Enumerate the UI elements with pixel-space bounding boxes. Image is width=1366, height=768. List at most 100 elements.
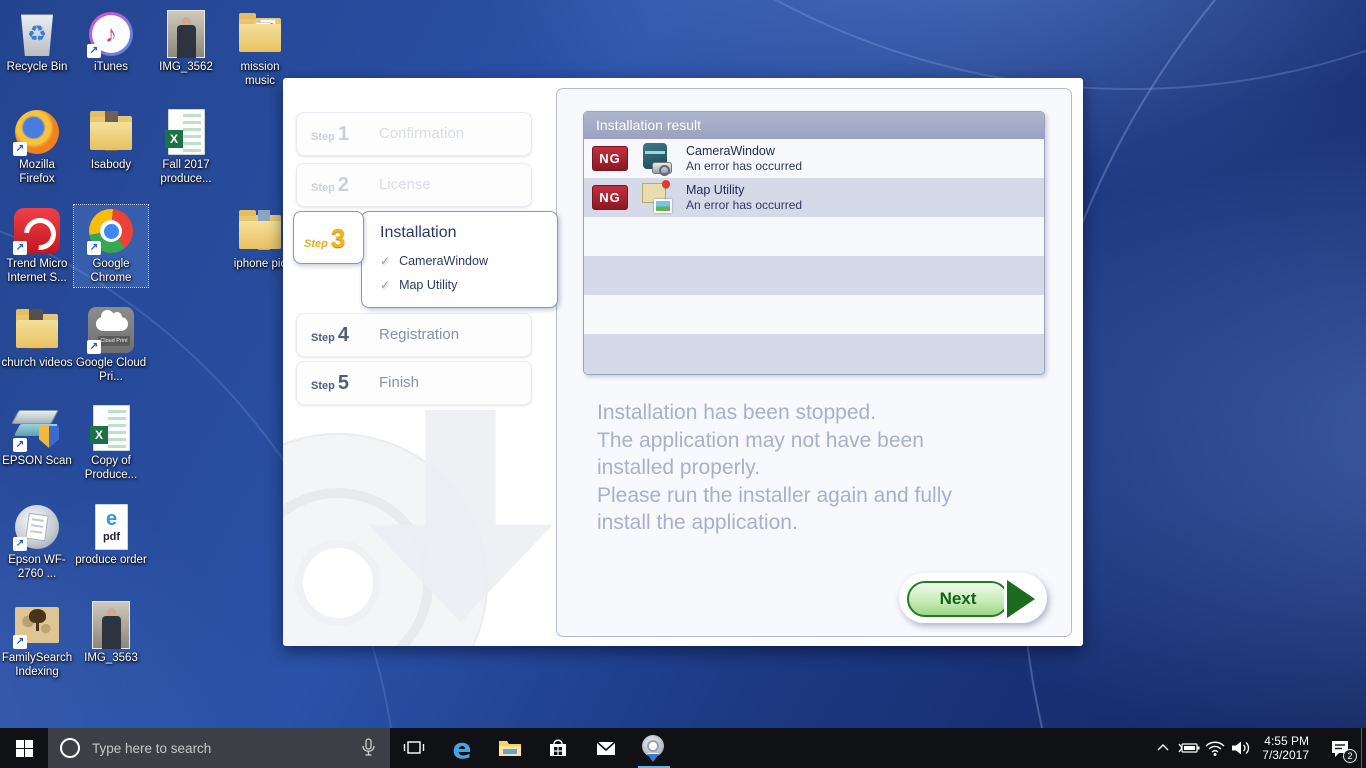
next-arrow-icon [1007,580,1035,618]
wifi-indicator[interactable] [1202,728,1228,768]
desktop-icon-copy-of-produce[interactable]: X Copy of Produce... [74,402,148,484]
pdf-file-icon: e pdf [87,503,135,551]
icon-art [662,180,670,188]
start-button[interactable] [0,728,48,768]
icon-art [239,221,281,249]
step-num: 1 [338,123,349,145]
volume-indicator[interactable] [1228,728,1254,768]
battery-indicator[interactable] [1176,728,1202,768]
desktop-icon-label: Fall 2017 produce... [150,159,222,186]
action-center-button[interactable]: 2 [1319,728,1361,768]
result-error-message: An error has occurred [686,198,802,213]
desktop-icon-produce-order[interactable]: e pdf produce order [74,501,148,570]
folder-icon [13,306,61,354]
desktop-icon-isabody[interactable]: Isabody [74,106,148,175]
tray-date: 7/3/2017 [1262,748,1309,762]
check-icon: ✓ [380,278,390,292]
icon-art [16,320,58,348]
result-error-message: An error has occurred [686,159,802,174]
desktop-icon-epson-scan[interactable]: ↗ EPSON Scan [0,402,74,471]
step-word: Step [311,131,335,143]
icon-art [303,548,373,618]
task-view-button[interactable] [390,728,438,768]
speaker-icon [1230,739,1252,757]
next-button[interactable]: Next [907,580,1035,618]
step-4-registration: Step4 Registration [296,313,532,357]
excel-x-glyph: X [90,426,108,444]
microphone-icon[interactable] [356,736,380,760]
shortcut-arrow-icon: ↗ [87,44,101,58]
firefox-icon: ↗ [13,108,61,156]
installer-dialog: Step1 Confirmation Step2 License Install… [283,78,1083,646]
ng-status-badge: NG [592,185,628,210]
desktop-icon-mozilla-firefox[interactable]: ↗ Mozilla Firefox [0,106,74,188]
message-line: The application may not have been [597,427,1042,455]
icon-art [652,162,672,174]
desktop-icon-fall-2017-produce[interactable]: X Fall 2017 produce... [149,106,223,188]
icon-art [92,601,130,649]
desktop-icon-label: IMG_3563 [75,652,147,666]
clock[interactable]: 4:55 PM 7/3/2017 [1254,728,1319,768]
desktop-icon-trend-micro[interactable]: ↗ Trend Micro Internet S... [0,205,74,287]
down-arrow-icon [647,754,659,762]
step-3-installation-panel: Installation ✓CameraWindow ✓Map Utility [361,211,558,308]
store-taskbar-button[interactable] [534,728,582,768]
taskbar: Type here to search e [0,728,1366,768]
result-row-empty [584,295,1044,334]
desktop-icon-label: Recycle Bin [1,61,73,75]
desktop-icon-img-3563[interactable]: IMG_3563 [74,599,148,668]
step-number: Step4 [311,324,349,347]
result-row-text: Map Utility An error has occurred [686,182,802,213]
desktop-icon-epson-wf-2760[interactable]: ↗ Epson WF-2760 ... [0,501,74,583]
installer-content-panel: Installation result NG CameraWindow An e… [556,88,1072,637]
search-placeholder: Type here to search [92,741,356,756]
windows-logo-icon [16,740,33,757]
excel-x-glyph: X [165,130,183,148]
icon-art [239,24,281,52]
desktop-icon-label: Google Cloud Pri... [75,357,147,384]
icon-art [96,317,128,331]
step-num: 3 [331,223,345,253]
desktop-icon-familysearch[interactable]: ↗ FamilySearch Indexing [0,599,74,681]
folder-icon [236,207,284,255]
desktop-icon-recycle-bin[interactable]: ♻ Recycle Bin [0,8,74,77]
step-label: Registration [379,326,459,343]
tray-chevron-button[interactable] [1150,728,1176,768]
file-explorer-taskbar-button[interactable] [486,728,534,768]
step-3-item-camerawindow: ✓CameraWindow [380,254,488,268]
canon-installer-taskbar-button[interactable] [630,728,678,768]
desktop-icon-label: Isabody [75,159,147,173]
show-desktop-button[interactable] [1361,728,1366,768]
search-input[interactable]: Type here to search [48,728,390,768]
desktop-icon-img-3562[interactable]: IMG_3562 [149,8,223,77]
mail-taskbar-button[interactable] [582,728,630,768]
installation-result-table: Installation result NG CameraWindow An e… [583,111,1045,375]
step-2-license: Step2 License [296,163,532,207]
desktop-icon-label: Copy of Produce... [75,455,147,482]
step-1-confirmation: Step1 Confirmation [296,112,532,156]
desktop-icon-itunes[interactable]: ♪ ↗ iTunes [74,8,148,77]
step-label: Finish [379,374,419,391]
desktop-icon-google-cloud-print[interactable]: Cloud Print ↗ Google Cloud Pri... [74,304,148,386]
system-tray: 4:55 PM 7/3/2017 2 [1150,728,1366,768]
trend-micro-icon: ↗ [13,207,61,255]
desktop-icon-google-chrome[interactable]: ↗ Google Chrome [74,205,148,287]
edge-e-glyph: e [96,508,127,531]
desktop-icon-label: Mozilla Firefox [1,159,73,186]
desktop-icon-label: produce order [75,554,147,568]
shortcut-arrow-icon: ↗ [13,537,27,551]
itunes-icon: ♪ ↗ [87,10,135,58]
desktop-icon-church-videos[interactable]: church videos [0,304,74,373]
camerawindow-icon [641,143,672,174]
desktop-screen: ♻ Recycle Bin ♪ ↗ iTunes IMG_3562 missio [0,0,1366,768]
pdf-label: pdf [96,531,127,543]
step-word: Step [304,238,328,250]
desktop-icon-label: Google Chrome [75,258,147,285]
step-label: Confirmation [379,125,464,142]
desktop-icon-label: iTunes [75,61,147,75]
step-item-label: CameraWindow [399,254,488,268]
result-row-camerawindow: NG CameraWindow An error has occurred [584,139,1044,178]
result-row-text: CameraWindow An error has occurred [686,143,802,174]
edge-taskbar-button[interactable]: e [438,728,486,768]
chevron-up-icon [1155,742,1171,754]
